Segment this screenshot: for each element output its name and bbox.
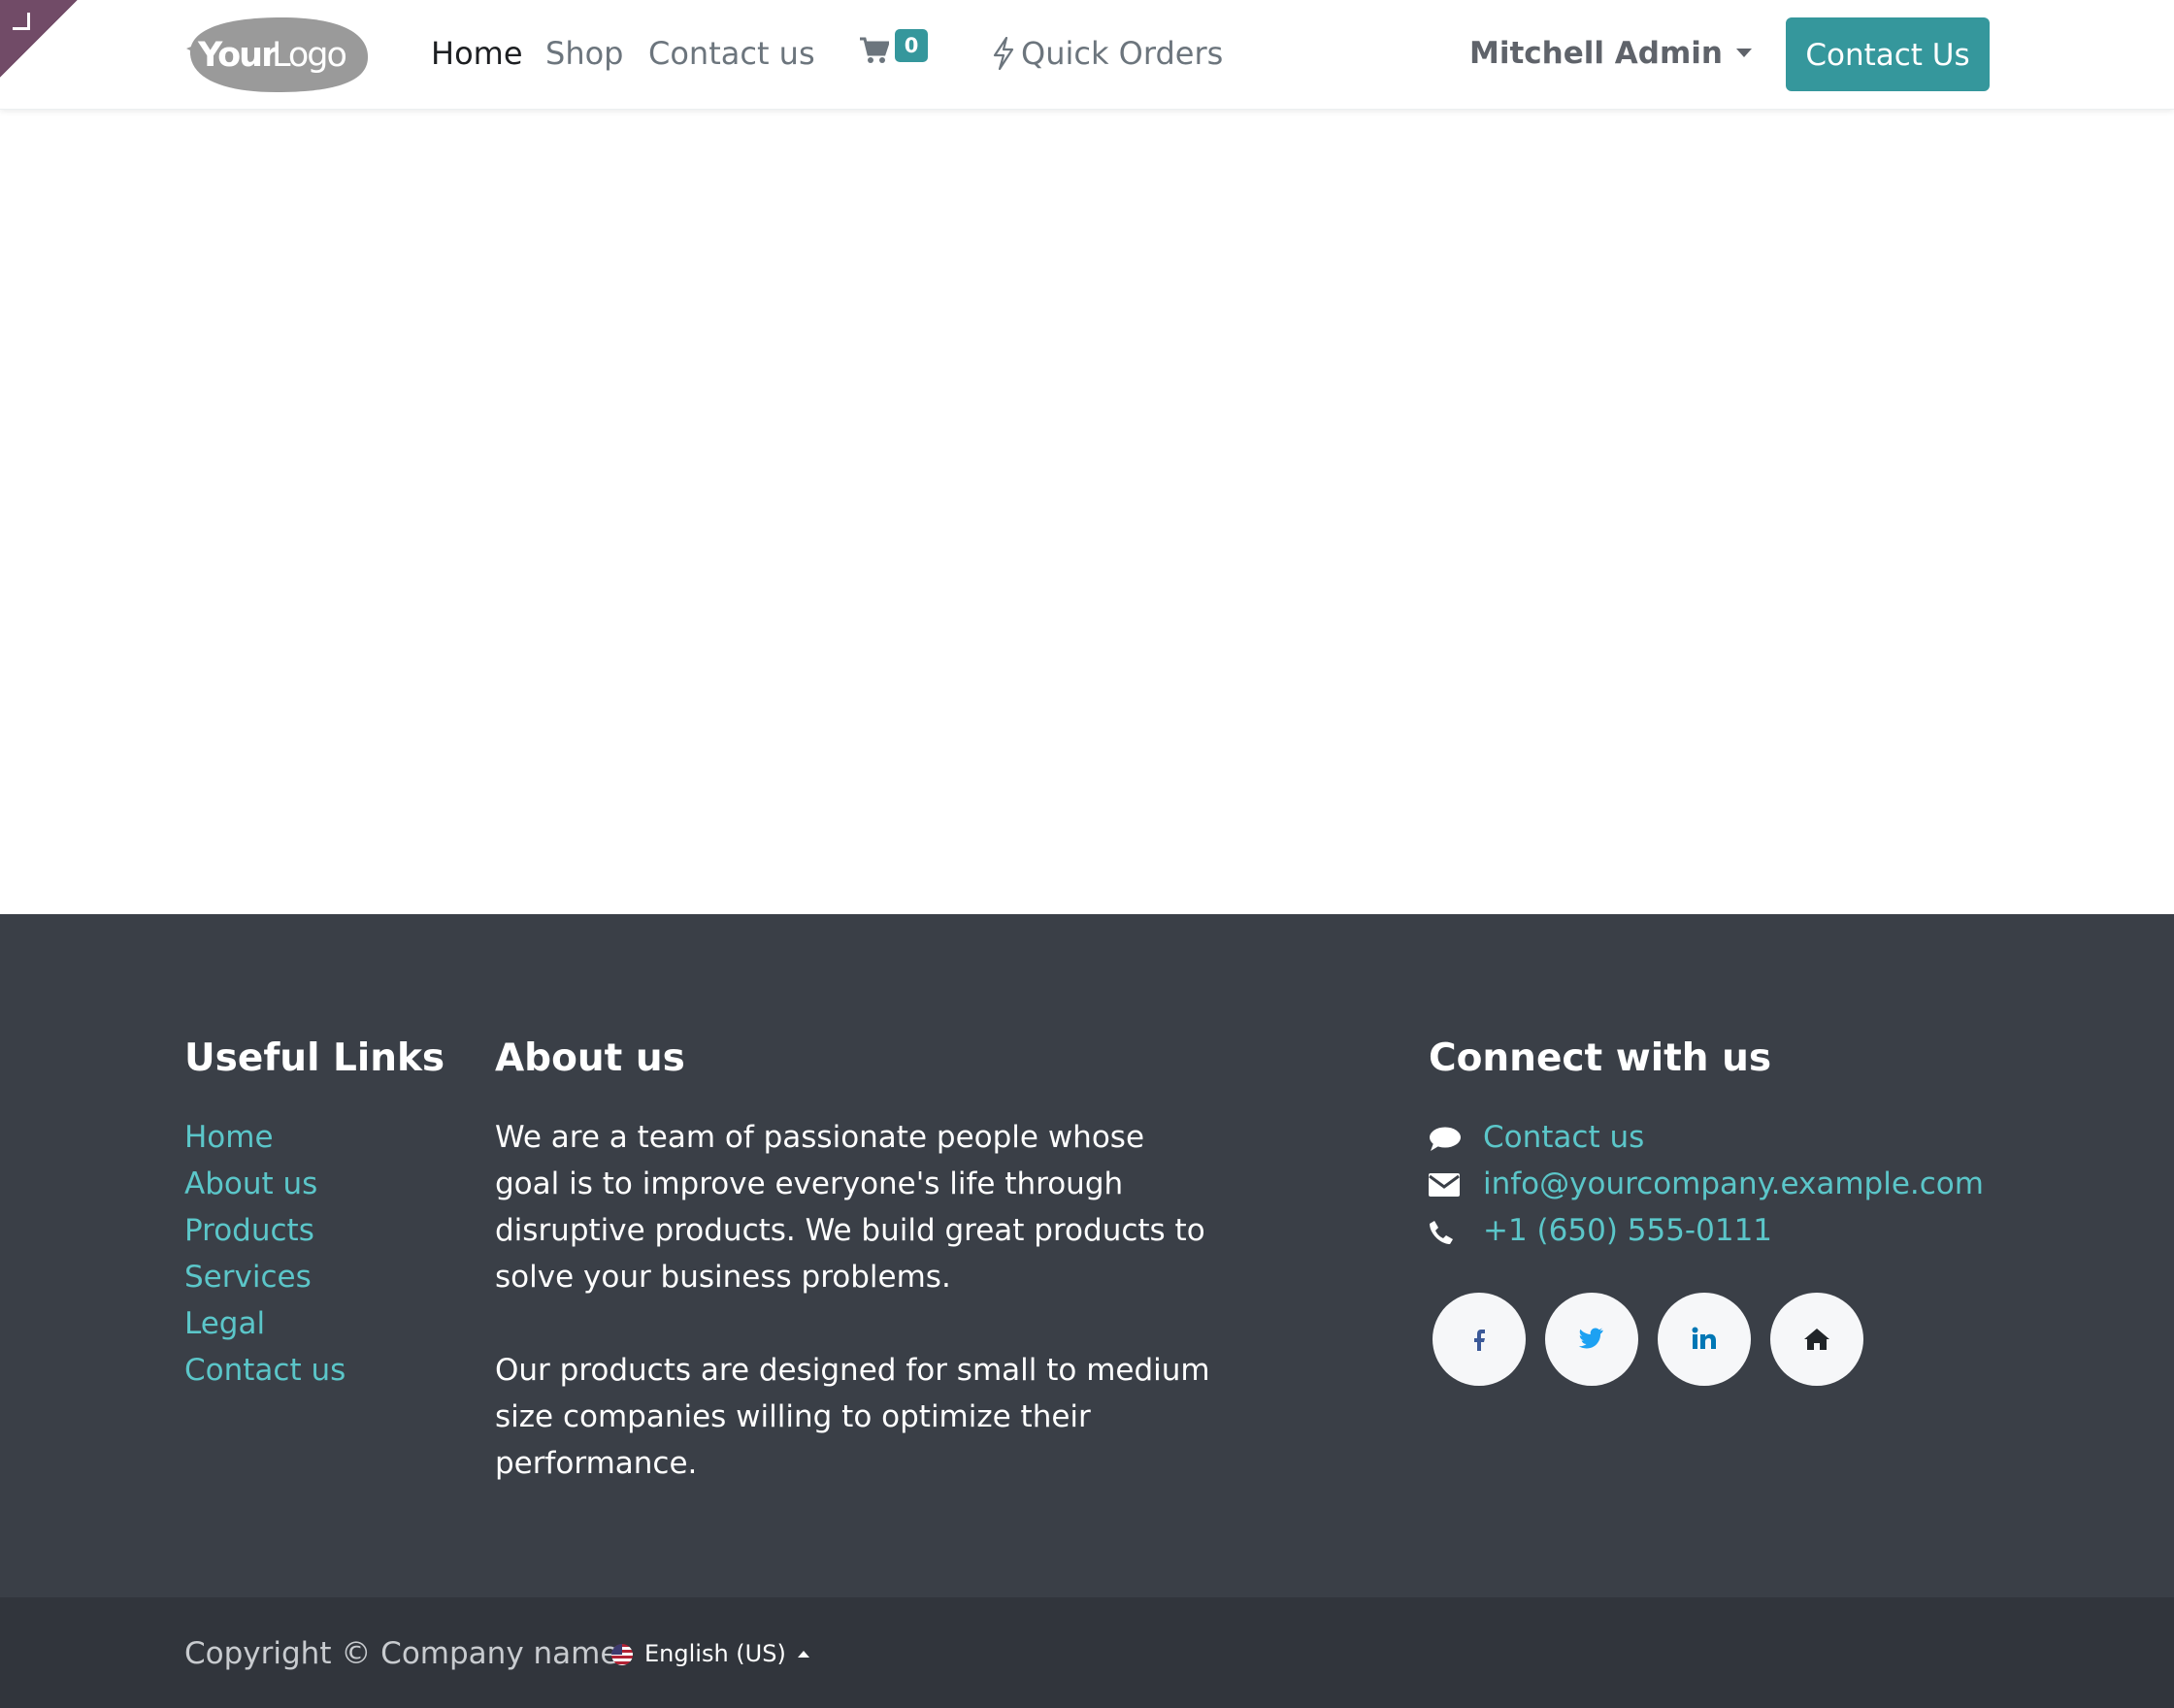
envelope-icon [1429, 1161, 1464, 1207]
contact-row: Contact us [1429, 1114, 1984, 1161]
shopping-cart-icon [860, 37, 889, 63]
phone-link[interactable]: +1 (650) 555-0111 [1483, 1213, 1772, 1248]
svg-text:Logo: Logo [272, 36, 346, 75]
company-logo[interactable]: Your Logo [184, 16, 370, 93]
corner-icon [13, 13, 30, 30]
user-menu-dropdown[interactable]: Mitchell Admin [1469, 31, 1752, 76]
home-button[interactable] [1770, 1293, 1863, 1386]
chevron-down-icon [1736, 49, 1752, 57]
connect-title: Connect with us [1429, 1036, 1772, 1080]
useful-links-list: Home About us Products Services Legal Co… [184, 1114, 346, 1394]
comment-icon [1429, 1114, 1464, 1161]
linkedin-icon [1692, 1327, 1716, 1349]
svg-text:Your: Your [197, 36, 279, 75]
contact-us-button[interactable]: Contact Us [1786, 17, 1990, 91]
nav-shop[interactable]: Shop [545, 31, 623, 76]
linkedin-button[interactable] [1658, 1293, 1751, 1386]
user-name: Mitchell Admin [1469, 36, 1723, 71]
about-us-title: About us [495, 1036, 685, 1080]
contact-us-link[interactable]: Contact us [1483, 1120, 1644, 1155]
footer-link-services[interactable]: Services [184, 1254, 346, 1300]
copyright-bar: Copyright © Company name English (US) [0, 1597, 2174, 1708]
footer-link-products[interactable]: Products [184, 1207, 346, 1254]
facebook-button[interactable] [1433, 1293, 1526, 1386]
home-icon [1804, 1329, 1829, 1350]
copyright-text: Copyright © Company name [184, 1636, 619, 1671]
email-row: info@yourcompany.example.com [1429, 1161, 1984, 1207]
phone-row: +1 (650) 555-0111 [1429, 1207, 1984, 1254]
twitter-button[interactable] [1545, 1293, 1638, 1386]
language-selector[interactable]: English (US) [611, 1634, 809, 1673]
quick-orders-label: Quick Orders [1021, 35, 1224, 72]
language-label: English (US) [644, 1640, 786, 1667]
footer-link-contact-us[interactable]: Contact us [184, 1347, 346, 1394]
quick-orders-link[interactable]: Quick Orders [992, 31, 1223, 76]
footer-link-legal[interactable]: Legal [184, 1300, 346, 1347]
caret-up-icon [797, 1651, 809, 1658]
nav-home[interactable]: Home [431, 31, 523, 76]
bolt-icon [993, 36, 1014, 71]
footer-link-about-us[interactable]: About us [184, 1161, 346, 1207]
nav-contact-us[interactable]: Contact us [648, 31, 815, 76]
cart-count-badge: 0 [895, 29, 928, 62]
contact-list: Contact us info@yourcompany.example.com … [1429, 1114, 1984, 1254]
site-header: Your Logo Home Shop Contact us 0 Quick O… [0, 0, 2174, 110]
cart-button[interactable]: 0 [860, 27, 928, 76]
about-paragraph-2: Our products are designed for small to m… [495, 1353, 1210, 1481]
twitter-icon [1578, 1328, 1603, 1349]
us-flag-icon [611, 1644, 633, 1665]
footer-link-home[interactable]: Home [184, 1114, 346, 1161]
phone-icon [1429, 1207, 1464, 1254]
useful-links-title: Useful Links [184, 1036, 445, 1080]
about-paragraph-1: We are a team of passionate people whose… [495, 1120, 1205, 1295]
admin-corner-toggle[interactable] [0, 0, 78, 78]
facebook-icon [1474, 1330, 1485, 1351]
site-footer: Useful Links Home About us Products Serv… [0, 914, 2174, 1597]
email-link[interactable]: info@yourcompany.example.com [1483, 1166, 1984, 1201]
